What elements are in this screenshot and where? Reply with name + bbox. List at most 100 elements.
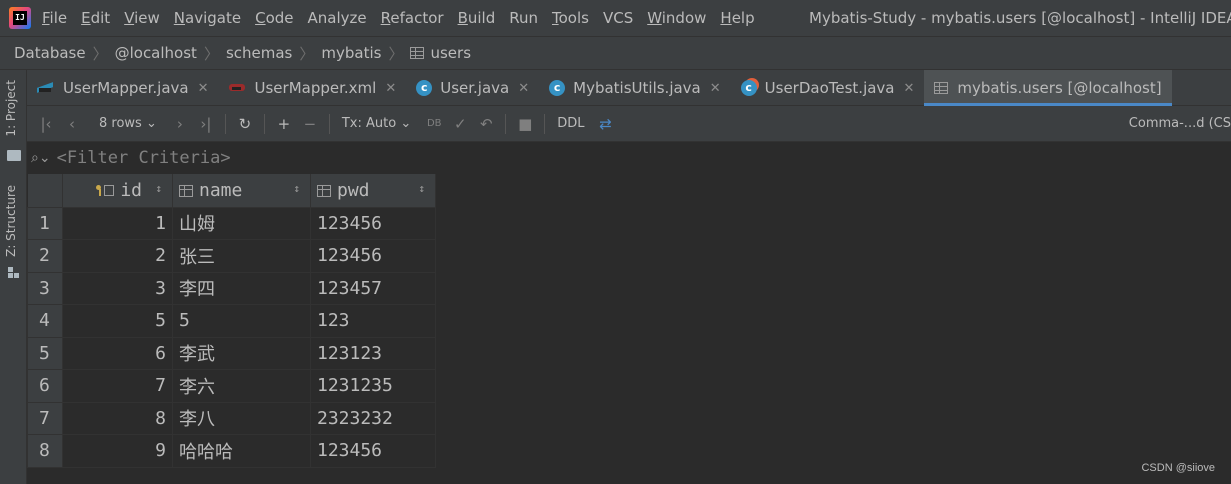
cell-name[interactable]: 山姆 — [172, 206, 311, 240]
rollback-icon[interactable]: ↶ — [473, 115, 499, 133]
close-icon[interactable]: ✕ — [518, 81, 529, 96]
search-icon[interactable]: ⌕⌄ — [31, 150, 51, 166]
watermark: CSDN @siiove — [1141, 462, 1215, 474]
table-row[interactable]: 5 6 李武 123123 — [27, 336, 436, 370]
menu-window[interactable]: Window — [647, 0, 706, 36]
cell-pwd[interactable]: 2323232 — [310, 401, 436, 435]
cell-pwd[interactable]: 1231235 — [310, 369, 436, 403]
breadcrumb-separator-icon: 〉 — [388, 44, 404, 63]
tab-user-java[interactable]: c User.java ✕ — [406, 70, 539, 106]
cell-id[interactable]: 9 — [62, 434, 173, 468]
cell-pwd[interactable]: 123456 — [310, 239, 436, 273]
row-number: 6 — [27, 369, 63, 403]
filter-bar: ⌕⌄ <Filter Criteria> — [27, 142, 1231, 174]
table-row[interactable]: 8 9 哈哈哈 123456 — [27, 434, 436, 468]
menu-tools[interactable]: Tools — [552, 0, 589, 36]
menu-navigate[interactable]: Navigate — [174, 0, 241, 36]
next-page-icon[interactable]: › — [167, 115, 193, 133]
cell-pwd[interactable]: 123456 — [310, 206, 436, 240]
row-number-header — [27, 174, 63, 207]
table-row[interactable]: 3 3 李四 123457 — [27, 271, 436, 305]
cell-pwd[interactable]: 123456 — [310, 434, 436, 468]
menu-vcs[interactable]: VCS — [603, 0, 633, 36]
cell-name[interactable]: 李武 — [172, 336, 311, 370]
folder-icon[interactable] — [7, 150, 21, 161]
cell-id[interactable]: 6 — [62, 336, 173, 370]
close-icon[interactable]: ✕ — [198, 81, 209, 96]
ddl-button[interactable]: DDL — [557, 116, 584, 131]
table-row[interactable]: 2 2 张三 123456 — [27, 239, 436, 273]
row-number: 8 — [27, 434, 63, 468]
close-icon[interactable]: ✕ — [710, 81, 721, 96]
cell-name[interactable]: 张三 — [172, 239, 311, 273]
cell-pwd[interactable]: 123123 — [310, 336, 436, 370]
menu-analyze[interactable]: Analyze — [308, 0, 367, 36]
refresh-icon[interactable]: ↻ — [232, 115, 258, 133]
toolbar-divider — [505, 113, 507, 134]
tab-userdaotest-java[interactable]: c UserDaoTest.java ✕ — [731, 70, 925, 106]
add-row-icon[interactable]: + — [271, 115, 297, 133]
menu-edit[interactable]: Edit — [81, 0, 110, 36]
cell-name[interactable]: 5 — [172, 304, 311, 338]
stop-icon[interactable]: ■ — [512, 115, 538, 133]
menu-build[interactable]: Build — [458, 0, 496, 36]
cell-name[interactable]: 李四 — [172, 271, 311, 305]
structure-tool-button[interactable]: Z: Structure — [4, 185, 18, 257]
cell-id[interactable]: 8 — [62, 401, 173, 435]
transaction-mode-dropdown[interactable]: Tx: Auto ⌄ — [342, 116, 411, 131]
menu-view[interactable]: View — [124, 0, 160, 36]
breadcrumb-item[interactable]: schemas — [226, 44, 292, 62]
sort-icon[interactable]: ↕ — [155, 182, 162, 195]
tab-usermapper-java[interactable]: UserMapper.java ✕ — [27, 70, 219, 106]
column-header-name[interactable]: name ↕ — [172, 174, 311, 207]
sort-icon[interactable]: ↕ — [293, 182, 300, 195]
commit-icon[interactable]: DB — [421, 118, 447, 129]
console-selector[interactable]: Comma-...d (CS — [1129, 116, 1231, 131]
cell-id[interactable]: 1 — [62, 206, 173, 240]
structure-icon[interactable] — [8, 267, 20, 279]
filter-criteria-input[interactable]: <Filter Criteria> — [57, 148, 231, 168]
breadcrumb-item[interactable]: mybatis — [321, 44, 381, 62]
submit-check-icon[interactable]: ✓ — [447, 115, 473, 133]
cell-pwd[interactable]: 123457 — [310, 271, 436, 305]
previous-page-icon[interactable]: ‹ — [59, 115, 85, 133]
breadcrumb-item[interactable]: users — [410, 44, 471, 62]
first-page-icon[interactable]: |‹ — [33, 115, 59, 133]
cell-name[interactable]: 哈哈哈 — [172, 434, 311, 468]
column-header-id[interactable]: id ↕ — [62, 174, 173, 207]
cell-pwd[interactable]: 123 — [310, 304, 436, 338]
column-icon — [317, 184, 331, 197]
table-row[interactable]: 1 1 山姆 123456 — [27, 206, 436, 240]
menu-code[interactable]: Code — [255, 0, 293, 36]
close-icon[interactable]: ✕ — [385, 81, 396, 96]
menu-run[interactable]: Run — [509, 0, 538, 36]
cell-id[interactable]: 5 — [62, 304, 173, 338]
tab-mybatisutils-java[interactable]: c MybatisUtils.java ✕ — [539, 70, 731, 106]
cell-id[interactable]: 7 — [62, 369, 173, 403]
menu-help[interactable]: Help — [720, 0, 754, 36]
breadcrumb-item[interactable]: Database — [14, 44, 86, 62]
close-icon[interactable]: ✕ — [904, 81, 915, 96]
tab-mybatis-users-localhost[interactable]: mybatis.users [@localhost] — [924, 70, 1172, 106]
menu-file[interactable]: File — [42, 0, 67, 36]
cell-id[interactable]: 2 — [62, 239, 173, 273]
table-row[interactable]: 7 8 李八 2323232 — [27, 401, 436, 435]
menu-refactor[interactable]: Refactor — [381, 0, 444, 36]
breadcrumb-item[interactable]: @localhost — [115, 44, 197, 62]
tab-label: UserDaoTest.java — [764, 79, 895, 97]
rows-count-dropdown[interactable]: 8 rows ⌄ — [99, 116, 157, 131]
column-header-pwd[interactable]: pwd ↕ — [310, 174, 436, 207]
last-page-icon[interactable]: ›| — [193, 115, 219, 133]
editor-tab-bar: UserMapper.java ✕ UserMapper.xml ✕ c User.jav… — [27, 70, 1231, 106]
cell-name[interactable]: 李八 — [172, 401, 311, 435]
cell-id[interactable]: 3 — [62, 271, 173, 305]
compare-icon[interactable]: ⇄ — [593, 115, 619, 133]
cell-name[interactable]: 李六 — [172, 369, 311, 403]
project-tool-button[interactable]: 1: Project — [4, 80, 18, 137]
mapper-xml-icon — [228, 82, 247, 94]
table-row[interactable]: 4 5 5 123 — [27, 304, 436, 338]
delete-row-icon[interactable]: − — [297, 115, 323, 133]
sort-icon[interactable]: ↕ — [418, 182, 425, 195]
tab-usermapper-xml[interactable]: UserMapper.xml ✕ — [219, 70, 407, 106]
table-row[interactable]: 6 7 李六 1231235 — [27, 369, 436, 403]
